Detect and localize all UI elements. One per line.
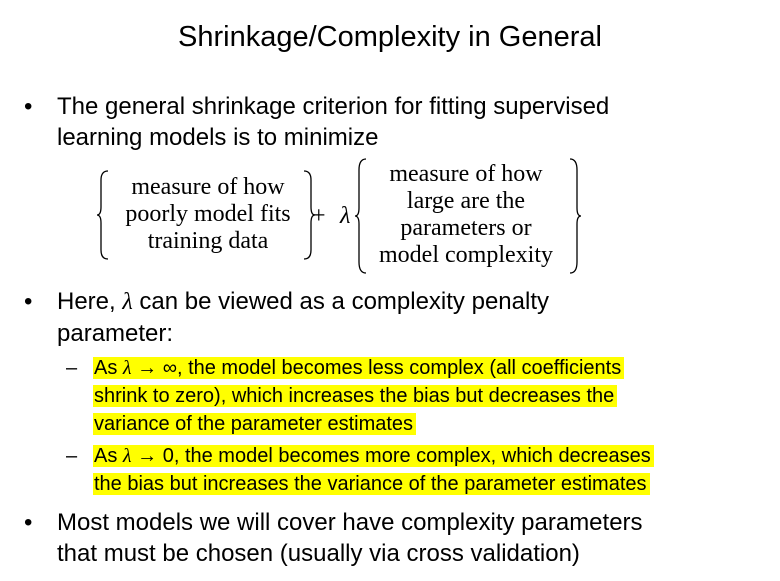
formula-line: parameters or [400, 215, 532, 241]
highlighted-text: the bias but increases the variance of t… [93, 473, 650, 495]
text-run: → 0 [131, 445, 174, 467]
bullet-line: that must be chosen (usually via cross v… [57, 540, 580, 567]
lambda-symbol: λ [122, 357, 132, 379]
formula-line: model complexity [379, 242, 553, 268]
lambda-symbol: λ [340, 203, 351, 229]
bullet-text: Most models we will cover have complexit… [57, 507, 747, 569]
bullet-dot: • [24, 288, 33, 315]
text-run: As [94, 357, 123, 379]
formula-left-term: measure of how poorly model fits trainin… [110, 174, 306, 255]
shrinkage-formula: measure of how poorly model fits trainin… [96, 156, 596, 274]
sub-bullet-dash: – [66, 357, 78, 379]
sub-bullet-dash: – [66, 445, 78, 467]
lambda-symbol: λ [122, 445, 132, 467]
bullet-text: Here, λ can be viewed as a complexity pe… [57, 286, 747, 349]
sub-bullet-text: As λ → 0, the model becomes more complex… [93, 442, 753, 498]
slide-title: Shrinkage/Complexity in General [178, 21, 602, 53]
formula-line: large are the [406, 188, 526, 214]
plus-sign: + [312, 203, 326, 229]
text-run: As [94, 445, 123, 467]
right-close-brace [569, 158, 582, 274]
left-open-brace [96, 170, 109, 260]
formula-line: training data [147, 228, 269, 254]
sub-bullet-line: As λ → 0, the model becomes more complex… [93, 442, 753, 470]
lambda-symbol: λ [122, 289, 133, 315]
bullet-line: parameter: [57, 320, 174, 347]
text-run: , the model becomes more complex, which … [173, 445, 651, 467]
bullet-line: learning models is to minimize [57, 124, 379, 151]
bullet-dot: • [24, 93, 33, 120]
bullet-text: The general shrinkage criterion for fitt… [57, 91, 747, 153]
bullet-line: The general shrinkage criterion for fitt… [57, 93, 610, 120]
text-run: Here, [57, 288, 123, 315]
formula-line: measure of how [131, 174, 285, 200]
text-run: can be viewed as a complexity penalty [132, 288, 549, 315]
sub-bullet-line: As λ → ∞, the model becomes less complex… [93, 354, 753, 382]
sub-bullet-line: variance of the parameter estimates [93, 410, 753, 438]
sub-bullet-text: As λ → ∞, the model becomes less complex… [93, 354, 753, 438]
bullet-line: Most models we will cover have complexit… [57, 509, 643, 536]
highlighted-text: shrink to zero), which increases the bia… [93, 385, 618, 407]
highlighted-text: As λ → ∞, the model becomes less complex… [93, 357, 625, 379]
sub-bullet-line: the bias but increases the variance of t… [93, 470, 753, 498]
formula-right-term: measure of how large are the parameters … [366, 161, 566, 269]
bullet-dot: • [24, 509, 33, 536]
text-run: , the model becomes less complex (all co… [176, 357, 622, 379]
bullet-line: Here, λ can be viewed as a complexity pe… [57, 286, 747, 318]
highlighted-text: variance of the parameter estimates [93, 413, 417, 435]
highlighted-text: As λ → 0, the model becomes more complex… [93, 445, 654, 467]
formula-line: poorly model fits [125, 201, 291, 227]
formula-line: measure of how [389, 161, 543, 187]
text-run: → ∞ [131, 357, 177, 379]
sub-bullet-line: shrink to zero), which increases the bia… [93, 382, 753, 410]
